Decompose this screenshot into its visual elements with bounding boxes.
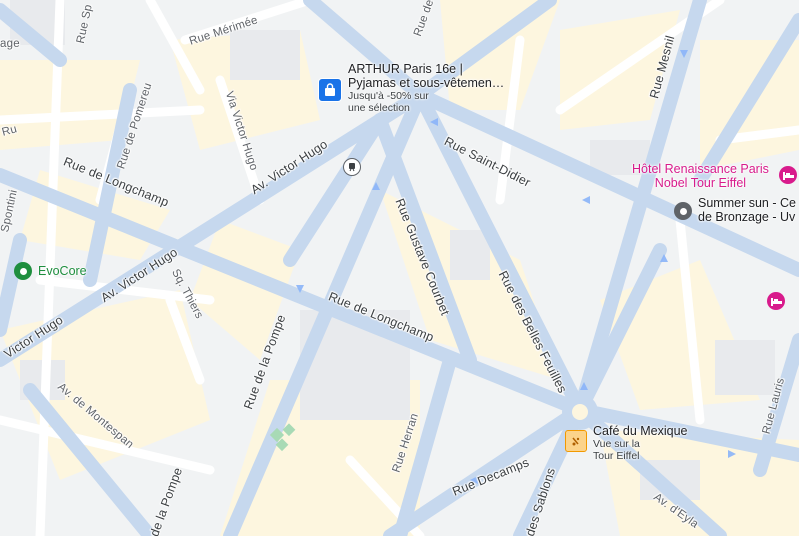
map-canvas[interactable]: Rue Sp age Rue Mérimée Rue de Rue de Pom… bbox=[0, 0, 799, 536]
metro-icon[interactable] bbox=[343, 158, 361, 176]
poi-cafe-title: Café du Mexique bbox=[593, 424, 688, 438]
poi-cafe-sub-line1: Vue sur la bbox=[593, 438, 640, 450]
poi-cafe[interactable]: Café du Mexique Vue sur la Tour Eiffel bbox=[593, 424, 688, 462]
poi-arthur-sub-line2: une sélection bbox=[348, 102, 410, 114]
shopping-bag-icon[interactable] bbox=[318, 78, 342, 102]
poi-cafe-sub-line2: Tour Eiffel bbox=[593, 450, 640, 462]
hotel-icon[interactable] bbox=[779, 166, 797, 184]
poi-summer-sun[interactable]: Summer sun - Ce de Bronzage - Uv bbox=[698, 196, 796, 224]
poi-evocore[interactable]: EvoCore bbox=[38, 264, 87, 278]
poi-arthur-title-line1: ARTHUR Paris 16e | bbox=[348, 62, 463, 76]
poi-hotel-title-line2: Nobel Tour Eiffel bbox=[654, 176, 747, 190]
poi-summer-sun-line2: de Bronzage - Uv bbox=[698, 210, 796, 224]
street-fragment-age: age bbox=[0, 38, 20, 50]
poi-hotel[interactable]: Hôtel Renaissance Paris Nobel Tour Eiffe… bbox=[632, 162, 769, 190]
poi-summer-sun-line1: Summer sun - Ce bbox=[698, 196, 796, 210]
poi-arthur[interactable]: ARTHUR Paris 16e | Pyjamas et sous-vêtem… bbox=[348, 62, 504, 114]
poi-hotel-title-line1: Hôtel Renaissance Paris bbox=[632, 162, 769, 176]
poi-arthur-title-line2: Pyjamas et sous-vêtemen… bbox=[348, 76, 505, 90]
place-icon[interactable] bbox=[674, 202, 692, 220]
place-icon[interactable] bbox=[14, 262, 32, 280]
cafe-icon[interactable] bbox=[565, 430, 587, 452]
hotel-icon[interactable] bbox=[767, 292, 785, 310]
poi-arthur-sub-line1: Jusqu'à -50% sur bbox=[348, 90, 429, 102]
